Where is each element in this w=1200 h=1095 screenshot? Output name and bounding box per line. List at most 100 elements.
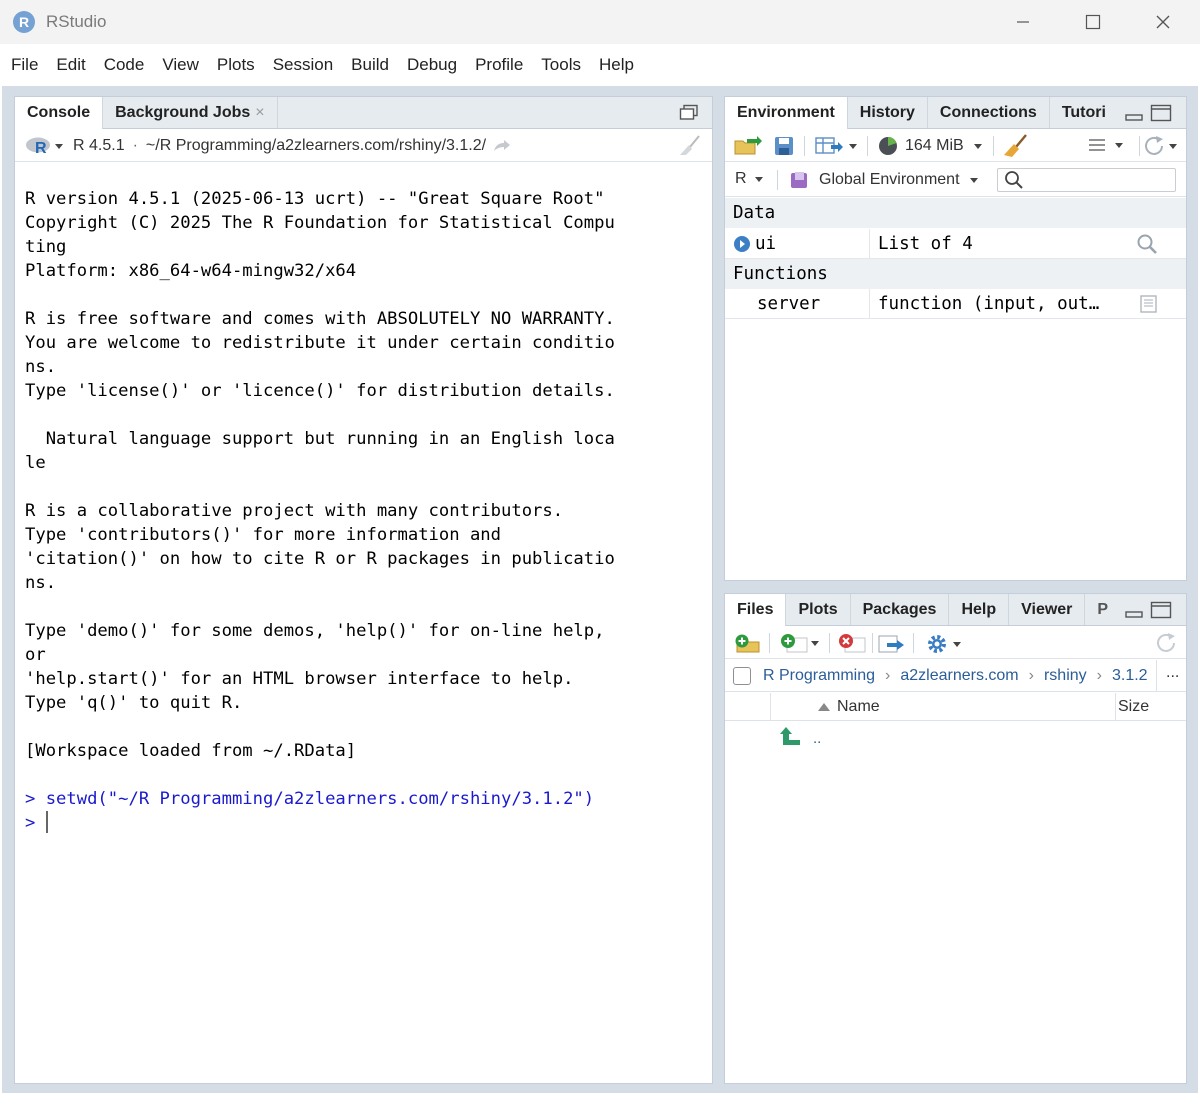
tab-packages[interactable]: Packages — [851, 594, 950, 625]
minimize-icon — [1017, 21, 1029, 23]
chevron-down-icon — [953, 641, 961, 647]
console-output-line: Platform: x86_64-w64-mingw32/x64 — [25, 261, 357, 281]
minimize-button[interactable] — [988, 0, 1058, 44]
close-button[interactable] — [1128, 0, 1198, 44]
table-row[interactable]: .. — [725, 722, 1186, 752]
breadcrumb: R Programming › a2zlearners.com › rshiny… — [725, 660, 1186, 692]
menu-profile[interactable]: Profile — [466, 44, 532, 86]
gear-icon — [928, 635, 946, 653]
console-output-line: ns. — [25, 357, 57, 377]
files-tabstrip: Files Plots Packages Help Viewer P — [725, 594, 1186, 626]
console-output-line: Type 'license()' or 'licence()' for dist… — [25, 381, 615, 401]
refresh-environment-button[interactable] — [1143, 135, 1177, 157]
environment-search-input[interactable] — [997, 168, 1176, 192]
menu-debug[interactable]: Debug — [398, 44, 466, 86]
refresh-files-icon[interactable] — [1155, 632, 1179, 654]
menu-file[interactable]: File — [2, 44, 47, 86]
select-all-checkbox[interactable] — [733, 666, 751, 685]
import-dataset-icon — [815, 137, 843, 154]
menu-help[interactable]: Help — [590, 44, 643, 86]
menu-code[interactable]: Code — [95, 44, 154, 86]
column-header-size[interactable]: Size — [1118, 698, 1149, 716]
clear-environment-broom-icon[interactable] — [1003, 134, 1029, 158]
go-to-directory-icon[interactable] — [492, 139, 512, 153]
breadcrumb-item[interactable]: a2zlearners.com — [900, 667, 1018, 685]
console-input[interactable]: > setwd("~/R Programming/a2zlearners.com… — [25, 787, 594, 835]
memory-usage-menu[interactable]: 164 MiB — [877, 135, 982, 157]
close-icon — [1156, 15, 1170, 29]
tab-background-jobs[interactable]: Background Jobs × — [103, 97, 278, 128]
rename-file-icon[interactable] — [877, 632, 907, 654]
breadcrumb-item[interactable]: R Programming — [763, 667, 875, 685]
menu-tools[interactable]: Tools — [532, 44, 590, 86]
minimize-pane-icon — [1125, 611, 1143, 618]
chevron-down-icon — [969, 177, 978, 183]
text-cursor — [45, 811, 48, 833]
menu-view[interactable]: View — [153, 44, 208, 86]
tab-files[interactable]: Files — [725, 594, 787, 626]
load-workspace-icon[interactable] — [733, 135, 763, 157]
memory-usage-label: 164 MiB — [905, 137, 964, 154]
restore-pane-button[interactable] — [679, 104, 699, 122]
minimize-pane-button[interactable] — [1124, 601, 1144, 619]
save-workspace-icon[interactable] — [773, 135, 795, 157]
env-function-name: server — [757, 294, 821, 314]
search-icon — [1005, 171, 1023, 189]
view-data-magnifier-icon[interactable] — [1136, 233, 1158, 255]
r-version-label: R 4.5.1 — [73, 137, 125, 154]
breadcrumb-more-button[interactable]: ... — [1166, 664, 1179, 682]
breadcrumb-item[interactable]: 3.1.2 — [1112, 667, 1148, 685]
close-tab-icon[interactable]: × — [255, 104, 264, 121]
environment-toolbar: 164 MiB — [725, 130, 1186, 162]
new-blank-file-menu[interactable] — [779, 632, 819, 654]
console-output-line: ns. — [25, 573, 57, 593]
more-file-commands-menu[interactable] — [925, 632, 961, 656]
language-menu[interactable]: R — [735, 170, 763, 188]
working-directory-path: ~/R Programming/a2zlearners.com/rshiny/3… — [145, 137, 487, 154]
console-output-line: R is a collaborative project with many c… — [25, 501, 564, 521]
restore-icon — [679, 104, 698, 120]
tab-tutorial[interactable]: Tutori — [1050, 97, 1110, 128]
maximize-pane-button[interactable] — [1150, 104, 1172, 122]
console-output-line: Copyright (C) 2025 The R Foundation for … — [25, 213, 615, 233]
tab-console[interactable]: Console — [15, 97, 104, 129]
tab-plots[interactable]: Plots — [786, 594, 851, 625]
env-row-ui[interactable]: ui List of 4 — [725, 229, 1186, 259]
console-command-line: > setwd("~/R Programming/a2zlearners.com… — [25, 789, 595, 809]
import-dataset-menu[interactable] — [815, 135, 857, 157]
env-row-server[interactable]: server function (input, out… — [725, 289, 1186, 319]
expand-arrow-icon[interactable] — [733, 235, 751, 253]
tab-environment[interactable]: Environment — [725, 97, 848, 129]
console-output[interactable]: R version 4.5.1 (2025-06-13 ucrt) -- "Gr… — [25, 187, 615, 763]
menu-edit[interactable]: Edit — [47, 44, 94, 86]
maximize-button[interactable] — [1058, 0, 1128, 44]
menu-build[interactable]: Build — [342, 44, 398, 86]
breadcrumb-item[interactable]: rshiny — [1044, 667, 1087, 685]
tab-history[interactable]: History — [848, 97, 928, 128]
maximize-pane-button[interactable] — [1150, 601, 1172, 619]
r-logo-icon: R — [26, 137, 50, 156]
chevron-down-icon — [973, 143, 982, 149]
column-header-name[interactable]: Name — [837, 698, 880, 716]
minimize-pane-button[interactable] — [1124, 104, 1144, 122]
menu-session[interactable]: Session — [264, 44, 342, 86]
delete-file-icon[interactable] — [837, 632, 867, 654]
tab-presentation[interactable]: P — [1085, 594, 1110, 625]
tab-viewer[interactable]: Viewer — [1009, 594, 1086, 625]
path-separator: · — [132, 137, 138, 154]
new-folder-icon[interactable] — [733, 632, 763, 654]
console-toolbar: R R 4.5.1 · ~/R Programming/a2zlearners.… — [15, 130, 712, 162]
menu-plots[interactable]: Plots — [208, 44, 264, 86]
env-object-value: List of 4 — [878, 234, 973, 254]
view-mode-menu[interactable] — [1087, 136, 1123, 154]
refresh-icon — [1145, 136, 1163, 155]
tab-connections[interactable]: Connections — [928, 97, 1050, 128]
tab-help[interactable]: Help — [949, 594, 1010, 625]
environment-cube-icon — [791, 172, 807, 188]
view-function-source-icon[interactable] — [1139, 294, 1159, 314]
environment-selector[interactable]: Global Environment — [789, 170, 978, 190]
file-name-link[interactable]: .. — [813, 730, 821, 747]
r-version-menu[interactable]: R R 4.5.1 · ~/R Programming/a2zlearners.… — [25, 136, 512, 156]
clear-console-broom-icon[interactable] — [677, 134, 703, 156]
